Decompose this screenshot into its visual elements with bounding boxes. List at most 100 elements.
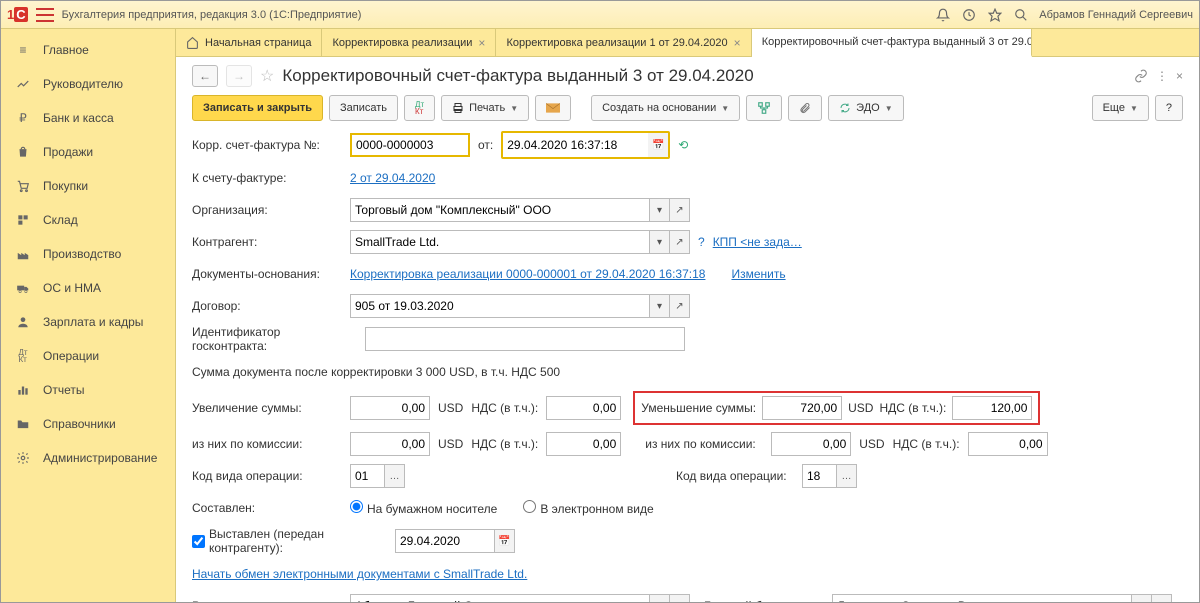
comm-inc-field[interactable]	[350, 432, 430, 456]
more-button[interactable]: Еще▼	[1092, 95, 1149, 121]
sidebar-item-warehouse[interactable]: Склад	[1, 203, 175, 237]
chart-icon	[15, 76, 31, 92]
sidebar-item-catalogs[interactable]: Справочники	[1, 407, 175, 441]
dropdown-icon[interactable]: ▾	[650, 198, 670, 222]
tab-home[interactable]: Начальная страница	[176, 29, 322, 56]
to-invoice-link[interactable]: 2 от 29.04.2020	[350, 171, 435, 185]
sidebar-item-admin[interactable]: Администрирование	[1, 441, 175, 475]
pick-icon[interactable]: …	[385, 464, 405, 488]
edo-exchange-link[interactable]: Начать обмен электронными документами с …	[192, 567, 527, 581]
close-icon[interactable]: ×	[1176, 69, 1183, 83]
save-close-button[interactable]: Записать и закрыть	[192, 95, 323, 121]
edo-button[interactable]: ЭДО▼	[828, 95, 903, 121]
code2-field[interactable]	[802, 464, 837, 488]
save-button[interactable]: Записать	[329, 95, 398, 121]
inc-field[interactable]	[350, 396, 430, 420]
inc-nds-field[interactable]	[546, 396, 621, 420]
change-link[interactable]: Изменить	[731, 267, 785, 281]
dec-field[interactable]	[762, 396, 842, 420]
radio-paper[interactable]: На бумажном носителе	[350, 500, 497, 516]
label-code2: Код вида операции:	[676, 469, 794, 483]
bell-icon[interactable]	[935, 7, 951, 23]
truck-icon	[15, 280, 31, 296]
open-icon[interactable]: ↗	[670, 198, 690, 222]
page-title: Корректировочный счет-фактура выданный 3…	[282, 66, 753, 86]
link-icon[interactable]	[1134, 69, 1148, 83]
calendar-icon[interactable]: 📅	[648, 133, 668, 157]
issued-date-field[interactable]	[395, 529, 495, 553]
sidebar-item-manager[interactable]: Руководителю	[1, 67, 175, 101]
create-based-button[interactable]: Создать на основании▼	[591, 95, 740, 121]
sidebar-item-sales[interactable]: Продажи	[1, 135, 175, 169]
decrease-highlight: Уменьшение суммы: USD НДС (в т.ч.):	[633, 391, 1040, 425]
code1-field[interactable]	[350, 464, 385, 488]
label-goscontract: Идентификатор госконтракта:	[192, 325, 357, 353]
contr-field[interactable]	[350, 230, 650, 254]
label-director: Руководитель:	[192, 599, 342, 602]
structure-button[interactable]	[746, 95, 782, 121]
sidebar-item-os-nma[interactable]: ОС и НМА	[1, 271, 175, 305]
radio-electronic[interactable]: В электронном виде	[523, 500, 653, 516]
refresh-icon[interactable]: ⟲	[678, 138, 688, 152]
current-user[interactable]: Абрамов Геннадий Сергеевич	[1039, 9, 1193, 21]
contract-field[interactable]	[350, 294, 650, 318]
tab-correction[interactable]: Корректировка реализации×	[322, 29, 496, 56]
director-field[interactable]	[350, 594, 650, 602]
tab-invoice-3[interactable]: Корректировочный счет-фактура выданный 3…	[752, 29, 1032, 57]
dropdown-icon[interactable]: ▾	[650, 594, 670, 602]
paperclip-icon	[799, 101, 811, 115]
label-from: от:	[478, 138, 493, 152]
hamburger-icon[interactable]	[36, 8, 54, 22]
open-icon[interactable]: ↗	[670, 294, 690, 318]
printer-icon	[452, 102, 464, 114]
open-icon[interactable]: ↗	[670, 594, 690, 602]
tab-correction-1[interactable]: Корректировка реализации 1 от 29.04.2020…	[496, 29, 751, 56]
star-icon[interactable]	[987, 7, 1003, 23]
dtkt-button[interactable]: ДтКт	[404, 95, 435, 121]
kpp-link[interactable]: КПП <не зада…	[713, 235, 802, 249]
label-comm2: из них по комиссии:	[645, 437, 763, 451]
org-field[interactable]	[350, 198, 650, 222]
docs-link[interactable]: Корректировка реализации 0000-000001 от …	[350, 267, 705, 281]
factory-icon	[15, 246, 31, 262]
open-icon[interactable]: ↗	[1152, 594, 1172, 602]
comm-inc-nds-field[interactable]	[546, 432, 621, 456]
sidebar-item-production[interactable]: Производство	[1, 237, 175, 271]
dtkt-icon: ДтКт	[15, 348, 31, 364]
print-button[interactable]: Печать▼	[441, 95, 529, 121]
sidebar-item-main[interactable]: ≡Главное	[1, 33, 175, 67]
dropdown-icon[interactable]: ▾	[650, 230, 670, 254]
tree-icon	[757, 101, 771, 115]
search-icon[interactable]	[1013, 7, 1029, 23]
more-dots-icon[interactable]: ⋮	[1156, 69, 1168, 83]
date-field[interactable]	[503, 133, 648, 157]
dec-nds-field[interactable]	[952, 396, 1032, 420]
nav-back-button[interactable]: ←	[192, 65, 218, 87]
open-icon[interactable]: ↗	[670, 230, 690, 254]
sidebar-item-operations[interactable]: ДтКтОперации	[1, 339, 175, 373]
sidebar-item-reports[interactable]: Отчеты	[1, 373, 175, 407]
help-button[interactable]: ?	[1155, 95, 1183, 121]
attach-button[interactable]	[788, 95, 822, 121]
pick-icon[interactable]: …	[837, 464, 857, 488]
tab-close[interactable]: ×	[478, 36, 485, 50]
dropdown-icon[interactable]: ▾	[1132, 594, 1152, 602]
issued-checkbox[interactable]: Выставлен (передан контрагенту):	[192, 527, 387, 555]
favorite-star-icon[interactable]: ☆	[260, 66, 274, 86]
history-icon[interactable]	[961, 7, 977, 23]
sidebar-item-bank[interactable]: ₽Банк и касса	[1, 101, 175, 135]
sidebar-item-salary[interactable]: Зарплата и кадры	[1, 305, 175, 339]
sidebar-item-purchases[interactable]: Покупки	[1, 169, 175, 203]
mail-button[interactable]	[535, 95, 571, 121]
mail-icon	[546, 103, 560, 113]
dropdown-icon[interactable]: ▾	[650, 294, 670, 318]
info-icon[interactable]: ?	[698, 235, 705, 249]
number-field[interactable]	[350, 133, 470, 157]
comm-dec-nds-field[interactable]	[968, 432, 1048, 456]
goscontract-field[interactable]	[365, 327, 685, 351]
comm-dec-field[interactable]	[771, 432, 851, 456]
tab-close[interactable]: ×	[734, 36, 741, 50]
accountant-field[interactable]	[832, 594, 1132, 602]
logo-1c: 1С	[7, 7, 28, 22]
calendar-icon[interactable]: 📅	[495, 529, 515, 553]
